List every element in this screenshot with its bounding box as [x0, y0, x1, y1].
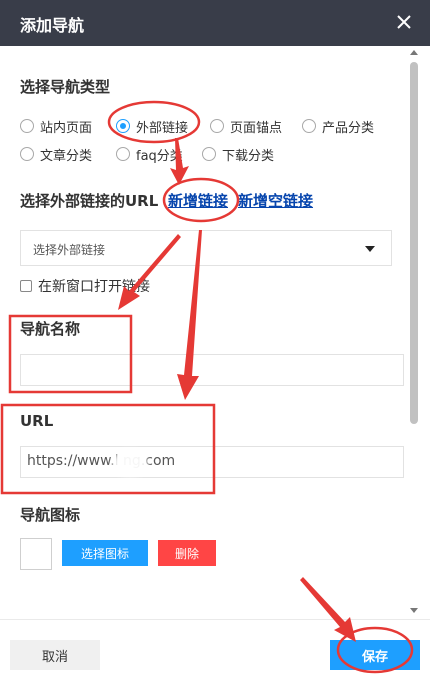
dialog-body: 选择导航类型 站内页面 外部链接 页面锚点 产品分类 文章分类 faq分类 下载… — [0, 46, 414, 618]
scroll-down-icon[interactable] — [410, 608, 418, 613]
save-button[interactable]: 保存 — [330, 640, 420, 670]
nav-name-label: 导航名称 — [20, 320, 81, 338]
radio-external-link[interactable]: 外部链接 — [116, 116, 188, 136]
scroll-up-icon[interactable] — [410, 50, 418, 55]
radio-circle-icon — [20, 147, 34, 161]
delete-icon-button[interactable]: 删除 — [158, 540, 216, 566]
url-label: URL — [20, 412, 54, 430]
radio-site-page[interactable]: 站内页面 — [20, 116, 92, 136]
radio-checked-icon — [116, 119, 130, 133]
dialog-title: 添加导航 — [20, 16, 85, 35]
nav-icon-label: 导航图标 — [20, 506, 81, 524]
redaction-blur — [112, 450, 148, 476]
radio-circle-icon — [210, 119, 224, 133]
radio-page-anchor[interactable]: 页面锚点 — [210, 116, 282, 136]
open-new-window-checkbox[interactable]: 在新窗口打开链接 — [20, 276, 150, 296]
icon-preview — [20, 538, 52, 570]
nav-name-input[interactable] — [20, 354, 404, 386]
external-link-select[interactable]: 选择外部链接 — [20, 230, 392, 266]
radio-download-category[interactable]: 下载分类 — [202, 144, 274, 164]
cancel-button[interactable]: 取消 — [10, 640, 100, 670]
radio-circle-icon — [116, 147, 130, 161]
nav-type-label: 选择导航类型 — [20, 78, 111, 96]
add-empty-link-button[interactable]: 新增空链接 — [238, 190, 313, 211]
close-icon[interactable] — [392, 10, 416, 34]
radio-circle-icon — [20, 119, 34, 133]
add-link-button[interactable]: 新增链接 — [168, 190, 228, 211]
url-input[interactable]: https://www.l ng.com — [20, 446, 404, 478]
dialog-footer: 取消 保存 — [0, 619, 430, 680]
choose-icon-button[interactable]: 选择图标 — [62, 540, 148, 566]
radio-circle-icon — [302, 119, 316, 133]
radio-product-category[interactable]: 产品分类 — [302, 116, 374, 136]
dialog-header: 添加导航 — [0, 0, 430, 46]
external-url-label: 选择外部链接的URL — [20, 192, 159, 210]
caret-down-icon — [365, 246, 375, 252]
radio-circle-icon — [202, 147, 216, 161]
scrollbar-thumb[interactable] — [410, 62, 418, 424]
checkbox-icon — [20, 280, 32, 292]
radio-faq-category[interactable]: faq分类 — [116, 144, 183, 164]
radio-article-category[interactable]: 文章分类 — [20, 144, 92, 164]
